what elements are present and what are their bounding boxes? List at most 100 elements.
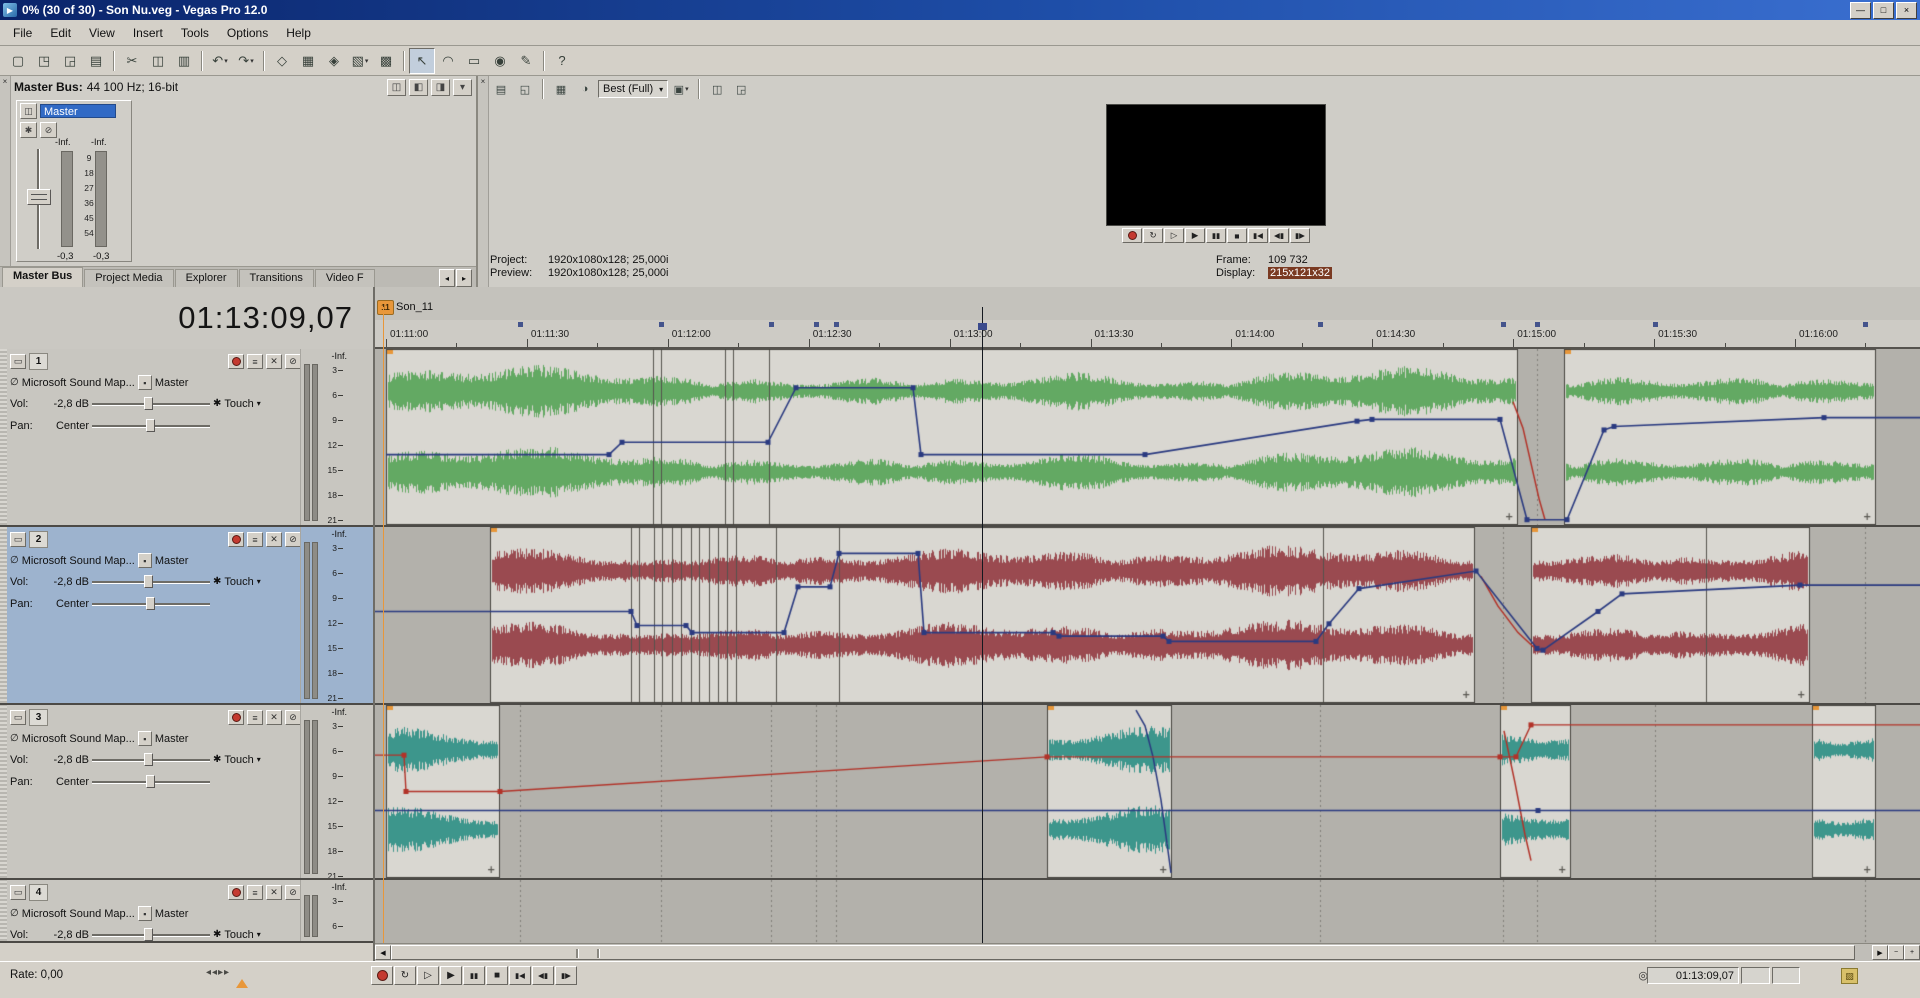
pause-button[interactable]: ▮▮ (463, 966, 485, 985)
new-project-button[interactable]: ▢ (5, 48, 31, 74)
automation-mode-icon[interactable]: ✱ (213, 576, 221, 587)
preview-quality-button[interactable]: ▣▾ (670, 79, 692, 99)
dim-output-button[interactable]: ◨ (431, 79, 450, 96)
pause-button[interactable]: ▮▮ (1206, 228, 1226, 243)
scrollbar-thumb[interactable] (391, 945, 1855, 960)
auto-ripple-button[interactable]: ▧▾ (347, 48, 373, 74)
track-automation-button[interactable]: ≡ (247, 710, 263, 725)
bus-routing-button[interactable]: ▪ (138, 731, 152, 746)
track-header-3[interactable]: ▭3≡✕⊘∅Microsoft Sound Map...▪MasterVol:-… (0, 705, 373, 880)
master-fader-handle[interactable] (27, 189, 51, 205)
chevron-down-icon[interactable]: ▾ (257, 755, 261, 764)
master-mute-button[interactable]: ⊘ (40, 122, 57, 138)
rate-slider[interactable]: ◂◂▸▸ (206, 967, 230, 978)
play-from-start-button[interactable]: ▷ (1164, 228, 1184, 243)
grid-overlay-button[interactable]: ▦ (550, 79, 572, 99)
downmix-output-button[interactable]: ◧ (409, 79, 428, 96)
zoom-edit-tool-button[interactable]: ◉ (487, 48, 513, 74)
automation-mode-icon[interactable]: ✱ (213, 754, 221, 765)
previous-frame-button[interactable]: ◀▮ (1269, 228, 1289, 243)
marker-bar[interactable]: 11 Son_11 (375, 287, 1920, 321)
slider-thumb[interactable] (146, 775, 155, 788)
pan-slider[interactable] (92, 775, 210, 788)
menu-insert[interactable]: Insert (124, 22, 172, 44)
phase-invert-icon[interactable]: ∅ (10, 555, 19, 566)
mute-button[interactable]: ⊘ (285, 354, 301, 369)
loop-playback-button[interactable]: ↻ (394, 966, 416, 985)
edit-marker-dot[interactable] (769, 322, 774, 327)
slider-thumb[interactable] (144, 575, 153, 588)
track-1-timeline[interactable] (375, 349, 1920, 525)
bus-routing-button[interactable]: ▪ (138, 906, 152, 921)
edit-marker-dot[interactable] (1501, 322, 1506, 327)
automation-settings-button[interactable]: ✱ (20, 122, 37, 138)
volume-slider[interactable] (92, 753, 210, 766)
minimize-track-button[interactable]: ▭ (10, 710, 26, 725)
envelope-edit-tool-button[interactable]: ◠ (435, 48, 461, 74)
track-automation-button[interactable]: ≡ (247, 885, 263, 900)
ignore-event-grouping-button[interactable]: ▩ (373, 48, 399, 74)
automation-mode-icon[interactable]: ✱ (213, 929, 221, 940)
paste-button[interactable]: ▥ (171, 48, 197, 74)
time-ruler[interactable]: 01:11:0001:11:3001:12:0001:12:3001:13:00… (375, 320, 1920, 349)
tab-master-bus[interactable]: Master Bus (2, 267, 83, 287)
track-grip[interactable] (0, 705, 7, 878)
go-to-start-button[interactable]: ▮◀ (509, 966, 531, 985)
slider-thumb[interactable] (144, 928, 153, 941)
save-button[interactable]: ◲ (57, 48, 83, 74)
media-status-icon[interactable]: ▨ (1841, 968, 1858, 984)
panel-grip[interactable]: × (0, 76, 11, 266)
arm-record-button[interactable] (228, 710, 244, 725)
volume-slider[interactable] (92, 397, 210, 410)
menu-edit[interactable]: Edit (41, 22, 80, 44)
video-preview-screen[interactable] (1106, 104, 1326, 226)
track-fx-button[interactable]: ✕ (266, 710, 282, 725)
bus-name-input[interactable]: Master (40, 104, 116, 118)
edit-marker-dot[interactable] (814, 322, 819, 327)
maximize-button[interactable]: □ (1873, 2, 1894, 19)
copy-button[interactable]: ◫ (145, 48, 171, 74)
track-3-timeline[interactable] (375, 705, 1920, 878)
automation-mode-value[interactable]: Touch (224, 398, 253, 410)
status-box-2[interactable] (1772, 967, 1800, 984)
split-screen-view-button[interactable]: ◑ (574, 79, 596, 99)
next-frame-button[interactable]: ▮▶ (555, 966, 577, 985)
zoom-out-button[interactable]: − (1888, 945, 1904, 960)
track-header-2[interactable]: ▭2≡✕⊘∅Microsoft Sound Map...▪MasterVol:-… (0, 527, 373, 705)
playhead-marker[interactable] (978, 323, 987, 330)
selection-edit-tool-button[interactable]: ▭ (461, 48, 487, 74)
title-bar[interactable]: ▶ 0% (30 of 30) - Son Nu.veg - Vegas Pro… (0, 0, 1920, 20)
menu-help[interactable]: Help (277, 22, 320, 44)
tab-transitions[interactable]: Transitions (239, 269, 314, 287)
pan-slider[interactable] (92, 597, 210, 610)
play-from-start-button[interactable]: ▷ (417, 966, 439, 985)
pan-slider[interactable] (92, 419, 210, 432)
arm-record-button[interactable] (228, 885, 244, 900)
slider-thumb[interactable] (146, 419, 155, 432)
play-button[interactable]: ▶ (440, 966, 462, 985)
save-snapshot-button[interactable]: ◲ (730, 79, 752, 99)
status-box-1[interactable] (1741, 967, 1770, 984)
edit-marker-dot[interactable] (659, 322, 664, 327)
minimize-button[interactable]: — (1850, 2, 1871, 19)
close-panel-icon[interactable]: × (0, 77, 10, 87)
volume-slider[interactable] (92, 575, 210, 588)
lock-envelopes-button[interactable]: ◈ (321, 48, 347, 74)
menu-file[interactable]: File (4, 22, 41, 44)
next-frame-button[interactable]: ▮▶ (1290, 228, 1310, 243)
external-monitor-button[interactable]: ◱ (514, 79, 536, 99)
mute-button[interactable]: ⊘ (285, 710, 301, 725)
track-grip[interactable] (0, 349, 7, 525)
automation-mode-value[interactable]: Touch (224, 754, 253, 766)
loop-playback-button[interactable]: ↻ (1143, 228, 1163, 243)
track-automation-button[interactable]: ≡ (247, 354, 263, 369)
phase-invert-icon[interactable]: ∅ (10, 377, 19, 388)
chevron-down-icon[interactable]: ▾ (257, 930, 261, 939)
automation-mode-value[interactable]: Touch (224, 576, 253, 588)
status-timecode[interactable]: 01:13:09,07 (1647, 967, 1739, 984)
panel-options-button[interactable]: ▾ (453, 79, 472, 96)
rate-marker-icon[interactable] (236, 979, 248, 988)
track-header-4[interactable]: ▭4≡✕⊘∅Microsoft Sound Map...▪MasterVol:-… (0, 880, 373, 943)
tab-video-f[interactable]: Video F (315, 269, 375, 287)
horizontal-scrollbar[interactable]: ◀ ▶ − + (375, 943, 1920, 961)
